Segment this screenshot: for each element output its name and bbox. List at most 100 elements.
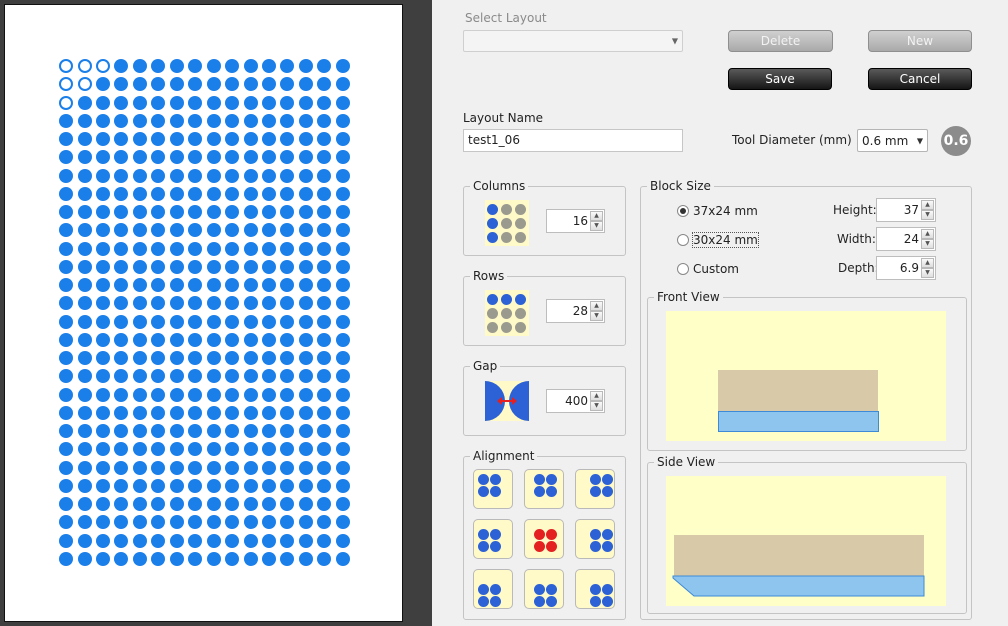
height-stepper[interactable]: 37 ▲ ▼ — [876, 198, 936, 222]
layout-dot — [335, 241, 350, 256]
stepper-up-icon[interactable]: ▲ — [921, 229, 934, 239]
layout-dot — [298, 533, 313, 548]
align-middle-left-button[interactable] — [473, 519, 513, 559]
layout-dot — [59, 205, 73, 219]
layout-dot — [132, 405, 147, 420]
stepper-down-icon[interactable]: ▼ — [921, 268, 934, 278]
layout-dot — [280, 223, 295, 238]
align-dot-icon — [590, 474, 601, 485]
layout-dot — [151, 223, 166, 238]
radio-30x24[interactable] — [677, 234, 689, 246]
align-bottom-center-button[interactable] — [524, 569, 564, 609]
layout-dot — [188, 186, 203, 201]
layout-dot — [188, 405, 203, 420]
layout-dot — [95, 497, 110, 511]
align-top-right-button[interactable] — [575, 469, 615, 509]
delete-button[interactable]: Delete — [728, 30, 833, 52]
layout-dot — [188, 533, 203, 548]
stepper-up-icon[interactable]: ▲ — [921, 200, 934, 210]
tool-diameter-dropdown[interactable]: 0.6 mm ▼ — [857, 129, 928, 152]
stepper-down-icon[interactable]: ▼ — [590, 221, 603, 231]
layout-dot — [225, 351, 239, 365]
depth-stepper[interactable]: 6.9 ▲ ▼ — [876, 256, 936, 280]
stepper-up-icon[interactable]: ▲ — [921, 258, 934, 268]
align-bottom-left-button[interactable] — [473, 569, 513, 609]
layout-dot — [95, 405, 110, 420]
layout-dot — [151, 205, 166, 219]
layout-dot — [280, 113, 295, 128]
layout-dot — [280, 551, 295, 566]
stepper-down-icon[interactable]: ▼ — [590, 311, 603, 321]
align-dot-icon — [590, 541, 601, 552]
layout-dot — [243, 533, 258, 548]
layout-dot — [151, 132, 166, 146]
layout-dot — [243, 59, 258, 73]
new-button[interactable]: New — [868, 30, 972, 52]
align-top-center-button[interactable] — [524, 469, 564, 509]
layout-dot — [298, 515, 313, 530]
layout-dot — [132, 59, 147, 73]
columns-stepper[interactable]: 16 ▲ ▼ — [546, 209, 605, 233]
layout-dot — [169, 132, 184, 146]
tool-diameter-badge: 0.6 — [941, 126, 971, 156]
layout-dot — [335, 424, 350, 438]
align-middle-right-button[interactable] — [575, 519, 615, 559]
gap-stepper[interactable]: 400 ▲ ▼ — [546, 389, 605, 413]
stepper-up-icon[interactable]: ▲ — [590, 301, 603, 311]
layout-dot — [77, 314, 92, 329]
stepper-down-icon[interactable]: ▼ — [590, 401, 603, 411]
layout-dot — [151, 59, 166, 73]
align-bottom-right-button[interactable] — [575, 569, 615, 609]
layout-dot — [243, 95, 258, 110]
stepper-up-icon[interactable]: ▲ — [590, 211, 603, 221]
layout-dot — [261, 533, 276, 548]
layout-dot — [243, 259, 258, 274]
layout-dot — [151, 77, 166, 92]
layout-dot — [169, 424, 184, 438]
layout-dot — [188, 259, 203, 274]
layout-dot — [151, 497, 166, 511]
layout-dot — [206, 332, 221, 347]
rows-stepper[interactable]: 28 ▲ ▼ — [546, 299, 605, 323]
layout-dot — [77, 387, 92, 402]
align-top-left-button[interactable] — [473, 469, 513, 509]
layout-dot — [151, 533, 166, 548]
layout-dot — [114, 241, 129, 256]
align-dot-icon — [478, 596, 489, 607]
stepper-down-icon[interactable]: ▼ — [921, 210, 934, 220]
layout-dot — [335, 497, 350, 511]
align-center-button[interactable] — [524, 519, 564, 559]
layout-dot — [280, 95, 295, 110]
radio-37x24[interactable] — [677, 205, 689, 217]
layout-dot — [169, 405, 184, 420]
layout-dot — [261, 95, 276, 110]
align-dot-icon — [546, 541, 557, 552]
columns-value: 16 — [572, 214, 588, 228]
layout-dot — [59, 405, 73, 420]
align-dot-icon — [590, 486, 601, 497]
layout-dot — [335, 387, 350, 402]
layout-dot — [298, 113, 313, 128]
layout-dot — [225, 551, 239, 566]
layout-dot — [298, 369, 313, 384]
width-stepper[interactable]: 24 ▲ ▼ — [876, 227, 936, 251]
layout-dot — [151, 515, 166, 530]
radio-custom[interactable] — [677, 263, 689, 275]
cancel-button[interactable]: Cancel — [868, 68, 972, 90]
layout-dot — [317, 168, 332, 183]
layout-dot — [151, 241, 166, 256]
stepper-down-icon[interactable]: ▼ — [921, 239, 934, 249]
stepper-up-icon[interactable]: ▲ — [590, 391, 603, 401]
layout-dot — [188, 59, 203, 73]
layout-dot — [188, 77, 203, 92]
layout-name-input[interactable]: test1_06 — [463, 129, 683, 152]
layout-dot — [225, 241, 239, 256]
layout-dot — [114, 278, 129, 292]
layout-dot — [114, 296, 129, 311]
layout-dot — [169, 186, 184, 201]
select-layout-dropdown[interactable]: ▼ — [463, 30, 683, 52]
side-view-canvas — [666, 476, 946, 606]
layout-dot — [298, 405, 313, 420]
save-button[interactable]: Save — [728, 68, 832, 90]
layout-dot — [317, 77, 332, 92]
